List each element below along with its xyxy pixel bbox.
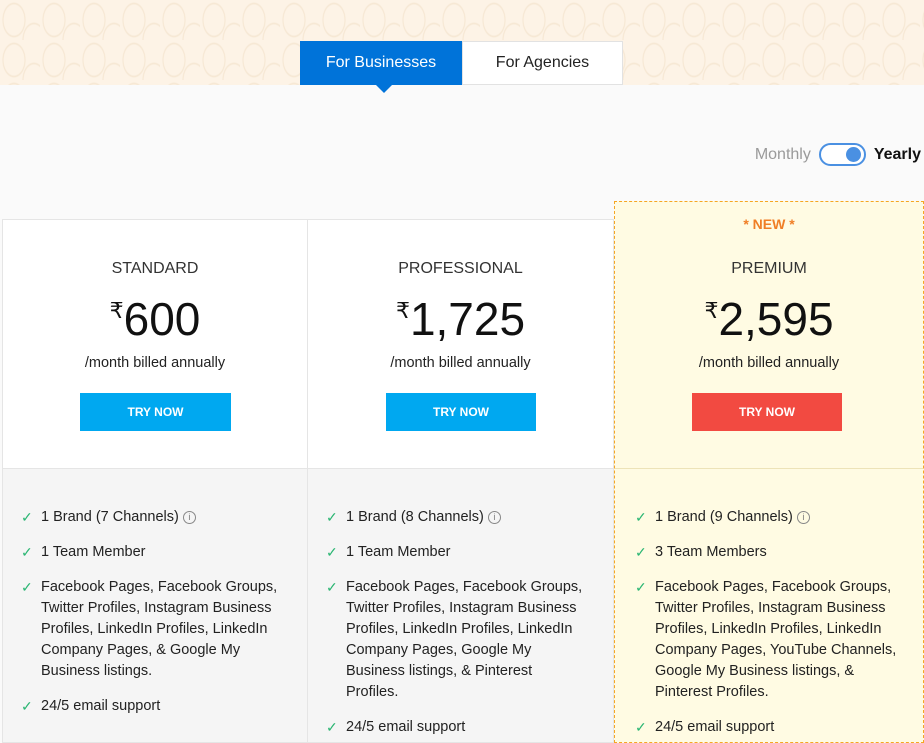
price-amount: 1,725 [409,293,526,345]
rupee-icon: ₹ [395,298,410,323]
toggle-knob [845,147,861,162]
feature-item: ✓ 24/5 email support [21,696,281,717]
feature-text: 24/5 email support [41,698,161,714]
try-now-button[interactable]: TRY NOW [692,393,842,431]
check-icon: ✓ [635,544,647,560]
check-icon: ✓ [326,579,338,595]
info-icon[interactable]: i [796,510,810,524]
feature-text: Facebook Pages, Facebook Groups, Twitter… [655,579,897,700]
feature-text: 1 Team Member [41,544,146,560]
feature-item: ✓ 24/5 email support [635,717,897,738]
feature-text: 24/5 email support [655,719,775,735]
feature-text: 1 Brand (7 Channels) i [41,507,196,528]
feature-list: ✓ 1 Brand (9 Channels) i ✓ 3 Team Members… [615,507,923,738]
billing-toggle-row: Monthly Yearly [755,143,921,166]
plan-name: PROFESSIONAL [398,260,523,277]
plan-price: ₹2,595 [615,292,923,346]
check-icon: ✓ [326,544,338,560]
plan-card-professional: PROFESSIONAL ₹1,725 /month billed annual… [308,219,614,743]
monthly-label[interactable]: Monthly [755,146,811,164]
check-icon: ✓ [326,719,338,735]
feature-list: ✓ 1 Brand (7 Channels) i ✓ 1 Team Member … [3,507,307,717]
yearly-label[interactable]: Yearly [874,146,921,164]
feature-text: Facebook Pages, Facebook Groups, Twitter… [41,579,278,679]
tab-for-agencies[interactable]: For Agencies [462,41,623,85]
feature-item: ✓ 1 Team Member [21,542,281,563]
tab-for-businesses[interactable]: For Businesses [300,41,462,93]
check-icon: ✓ [21,509,33,525]
billing-note: /month billed annually [84,355,226,371]
plan-header: PROFESSIONAL ₹1,725 /month billed annual… [308,219,614,469]
audience-tabs: For Businesses For Agencies [300,41,623,93]
feature-item: ✓ 3 Team Members [635,542,897,563]
check-icon: ✓ [21,579,33,595]
feature-list: ✓ 1 Brand (8 Channels) i ✓ 1 Team Member … [308,507,613,738]
feature-text: 1 Brand (8 Channels) i [346,507,501,528]
plan-name: STANDARD [111,260,199,277]
plan-features: ✓ 1 Brand (9 Channels) i ✓ 3 Team Members… [615,469,923,743]
plan-card-premium: * NEW * PREMIUM ₹2,595 /month billed ann… [614,201,924,743]
billing-note: /month billed annually [698,355,840,371]
feature-text: 1 Team Member [346,544,451,560]
plan-features: ✓ 1 Brand (8 Channels) i ✓ 1 Team Member … [308,469,614,743]
check-icon: ✓ [635,719,647,735]
feature-item: ✓ Facebook Pages, Facebook Groups, Twitt… [326,577,587,703]
try-now-button[interactable]: TRY NOW [386,393,536,431]
check-icon: ✓ [326,509,338,525]
plan-header: STANDARD ₹600 /month billed annually TRY… [2,219,308,469]
pricing-plans: STANDARD ₹600 /month billed annually TRY… [2,201,924,743]
feature-text: Facebook Pages, Facebook Groups, Twitter… [346,579,583,700]
plan-features: ✓ 1 Brand (7 Channels) i ✓ 1 Team Member … [2,469,308,743]
check-icon: ✓ [635,579,647,595]
feature-item: ✓ 1 Brand (8 Channels) i [326,507,587,528]
plan-price: ₹600 [3,292,307,346]
price-amount: 2,595 [718,293,834,345]
check-icon: ✓ [21,544,33,560]
plan-header: * NEW * PREMIUM ₹2,595 /month billed ann… [615,202,923,469]
price-amount: 600 [123,293,201,345]
check-icon: ✓ [21,698,33,714]
feature-item: ✓ 1 Team Member [326,542,587,563]
plan-price: ₹1,725 [308,292,613,346]
feature-text: 3 Team Members [655,544,767,560]
try-now-button[interactable]: TRY NOW [80,393,231,431]
plan-name: PREMIUM [731,260,807,277]
feature-item: ✓ 1 Brand (9 Channels) i [635,507,897,528]
feature-item: ✓ 24/5 email support [326,717,587,738]
new-badge: * NEW * [743,216,795,232]
feature-text: 24/5 email support [346,719,466,735]
plan-card-standard: STANDARD ₹600 /month billed annually TRY… [2,219,308,743]
info-icon[interactable]: i [487,510,501,524]
feature-text: 1 Brand (9 Channels) i [655,507,810,528]
billing-note: /month billed annually [390,355,531,371]
feature-item: ✓ Facebook Pages, Facebook Groups, Twitt… [635,577,897,703]
info-icon[interactable]: i [182,510,196,524]
rupee-icon: ₹ [704,298,719,323]
feature-item: ✓ 1 Brand (7 Channels) i [21,507,281,528]
billing-period-toggle[interactable] [818,143,866,166]
rupee-icon: ₹ [109,298,124,323]
feature-item: ✓ Facebook Pages, Facebook Groups, Twitt… [21,577,281,682]
check-icon: ✓ [635,509,647,525]
